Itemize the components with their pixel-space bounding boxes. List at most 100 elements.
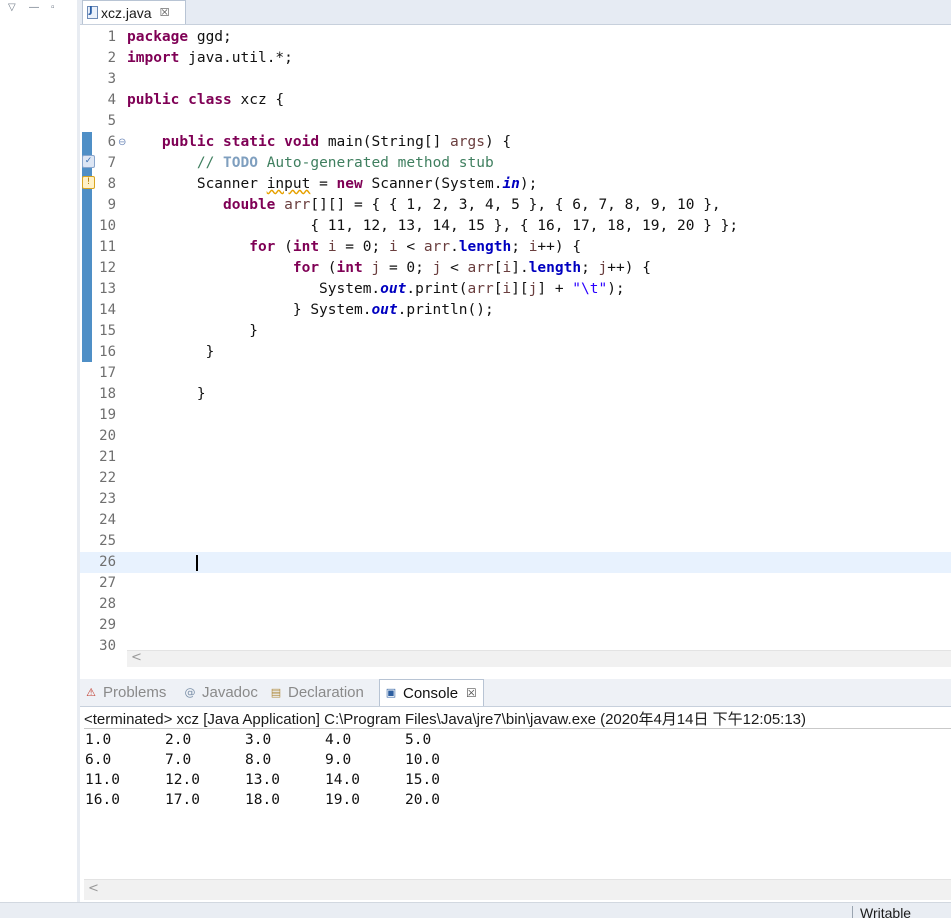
code-token: length xyxy=(528,260,582,276)
code-token: arr xyxy=(467,260,494,276)
line-number: 20 xyxy=(99,428,116,444)
code-token: void xyxy=(284,134,320,150)
code-token: i xyxy=(502,260,512,276)
code-token: [][] = { { 1, 2, 3, 4, 5 }, { 6, 7, 8, 9… xyxy=(310,197,721,213)
code-line[interactable]: 14 } System.out.println(); xyxy=(80,300,951,321)
code-line[interactable]: 12 for (int j = 0; j < arr[i].length; j+… xyxy=(80,258,951,279)
code-line[interactable]: 7 // TODO Auto-generated method stub xyxy=(80,153,951,174)
minimize-icon[interactable]: — xyxy=(29,2,39,13)
code-line[interactable]: 11 for (int i = 0; i < arr.length; i++) … xyxy=(80,237,951,258)
tab-xcz-java[interactable]: xcz.java ☒ xyxy=(82,0,186,24)
line-number: 26 xyxy=(99,554,116,570)
console-value: 16.0 xyxy=(85,792,120,808)
line-number: 27 xyxy=(99,575,116,591)
code-line[interactable]: 20 xyxy=(80,426,951,447)
code-token: for xyxy=(292,260,320,276)
maximize-icon[interactable]: ▫ xyxy=(51,2,55,13)
code-text: package ggd; xyxy=(127,27,232,48)
code-text: Scanner input = new Scanner(System.in); xyxy=(127,174,538,195)
console-value: 8.0 xyxy=(245,752,272,768)
code-line[interactable]: 30 xyxy=(80,636,951,650)
line-number: 16 xyxy=(99,344,116,360)
editor-horizontal-scrollbar[interactable]: < xyxy=(127,650,951,667)
code-token: . xyxy=(450,239,459,255)
code-token: input xyxy=(266,176,311,192)
code-token: j xyxy=(598,260,608,276)
code-line[interactable]: 27 xyxy=(80,573,951,594)
line-number: 25 xyxy=(99,533,116,549)
code-token: ); xyxy=(607,281,625,297)
code-token: ; xyxy=(581,260,599,276)
tab-problems[interactable]: ⚠ Problems xyxy=(84,679,166,706)
code-line[interactable]: 19 xyxy=(80,405,951,426)
line-number: 12 xyxy=(99,260,116,276)
code-token: } System. xyxy=(127,302,372,318)
code-token: = 0; xyxy=(336,239,389,255)
line-number: 30 xyxy=(99,638,116,650)
fold-toggle-icon[interactable]: ⊖ xyxy=(118,132,126,153)
console-value: 7.0 xyxy=(165,752,192,768)
line-number: 17 xyxy=(99,365,116,381)
code-text: // TODO Auto-generated method stub xyxy=(127,153,494,174)
console-value: 20.0 xyxy=(405,792,440,808)
code-line[interactable]: 22 xyxy=(80,468,951,489)
view-menu-icon[interactable]: ▽ xyxy=(8,2,16,13)
code-text: { 11, 12, 13, 14, 15 }, { 16, 17, 18, 19… xyxy=(127,216,738,237)
tab-declaration[interactable]: ▤ Declaration xyxy=(269,679,364,706)
code-token: ); xyxy=(519,176,538,192)
close-tab-icon[interactable]: ☒ xyxy=(160,6,170,19)
console-horizontal-scrollbar[interactable]: < xyxy=(84,879,951,900)
tab-javadoc[interactable]: @ Javadoc xyxy=(183,679,258,706)
line-number: 15 xyxy=(99,323,116,339)
java-file-icon xyxy=(87,5,98,19)
close-tab-icon[interactable]: ☒ xyxy=(466,686,477,700)
code-text: for (int j = 0; j < arr[i].length; j++) … xyxy=(127,258,651,279)
code-line[interactable]: 17 xyxy=(80,363,951,384)
code-line[interactable]: 3 xyxy=(80,69,951,90)
line-number: 9 xyxy=(107,197,116,213)
scroll-left-icon[interactable]: < xyxy=(131,650,142,665)
tab-console[interactable]: ▣ Console ☒ xyxy=(379,679,484,706)
console-icon: ▣ xyxy=(385,686,397,699)
console-view[interactable]: <terminated> xcz [Java Application] C:\P… xyxy=(80,707,951,879)
code-line[interactable]: 4 public class xcz { xyxy=(80,90,951,111)
code-line[interactable]: 15 } xyxy=(80,321,951,342)
code-token: for xyxy=(249,239,276,255)
code-line[interactable]: 21 xyxy=(80,447,951,468)
console-value: 10.0 xyxy=(405,752,440,768)
code-line[interactable]: 10 { 11, 12, 13, 14, 15 }, { 16, 17, 18,… xyxy=(80,216,951,237)
code-line[interactable]: 16 } xyxy=(80,342,951,363)
line-number: 19 xyxy=(99,407,116,423)
tab-label: Console xyxy=(403,684,459,702)
code-editor[interactable]: ✓ ! 1 package ggd; 2 import java.util.*; 3 4 p… xyxy=(80,25,951,650)
code-token: out xyxy=(380,281,407,297)
code-text: } xyxy=(127,384,206,405)
console-output-line: 1.0 2.0 3.0 4.0 5.0 xyxy=(85,730,485,750)
code-line[interactable]: 25 xyxy=(80,531,951,552)
code-token: j xyxy=(371,260,381,276)
code-line[interactable]: 5 xyxy=(80,111,951,132)
code-line[interactable]: 6 ⊖ public static void main(String[] args… xyxy=(80,132,951,153)
scroll-left-icon[interactable]: < xyxy=(88,881,99,896)
code-line[interactable]: 29 xyxy=(80,615,951,636)
code-line[interactable]: 8 Scanner input = new Scanner(System.in)… xyxy=(80,174,951,195)
status-separator xyxy=(852,906,853,918)
tab-label: Declaration xyxy=(288,684,364,701)
code-line[interactable]: 24 xyxy=(80,510,951,531)
code-token: class xyxy=(188,92,232,108)
code-line[interactable]: 28 xyxy=(80,594,951,615)
code-line[interactable]: 1 package ggd; xyxy=(80,27,951,48)
code-line[interactable]: 13 System.out.print(arr[i][j] + "\t"); xyxy=(80,279,951,300)
code-line[interactable]: 26 xyxy=(80,552,951,573)
code-line[interactable]: 9 double arr[][] = { { 1, 2, 3, 4, 5 }, … xyxy=(80,195,951,216)
code-token: < xyxy=(397,239,424,255)
code-line[interactable]: 2 import java.util.*; xyxy=(80,48,951,69)
tab-label: Javadoc xyxy=(202,684,258,701)
code-token: i xyxy=(327,239,337,255)
code-line[interactable]: 23 xyxy=(80,489,951,510)
code-text: System.out.print(arr[i][j] + "\t"); xyxy=(127,279,625,300)
line-number: 14 xyxy=(99,302,116,318)
code-line[interactable]: 18 } xyxy=(80,384,951,405)
